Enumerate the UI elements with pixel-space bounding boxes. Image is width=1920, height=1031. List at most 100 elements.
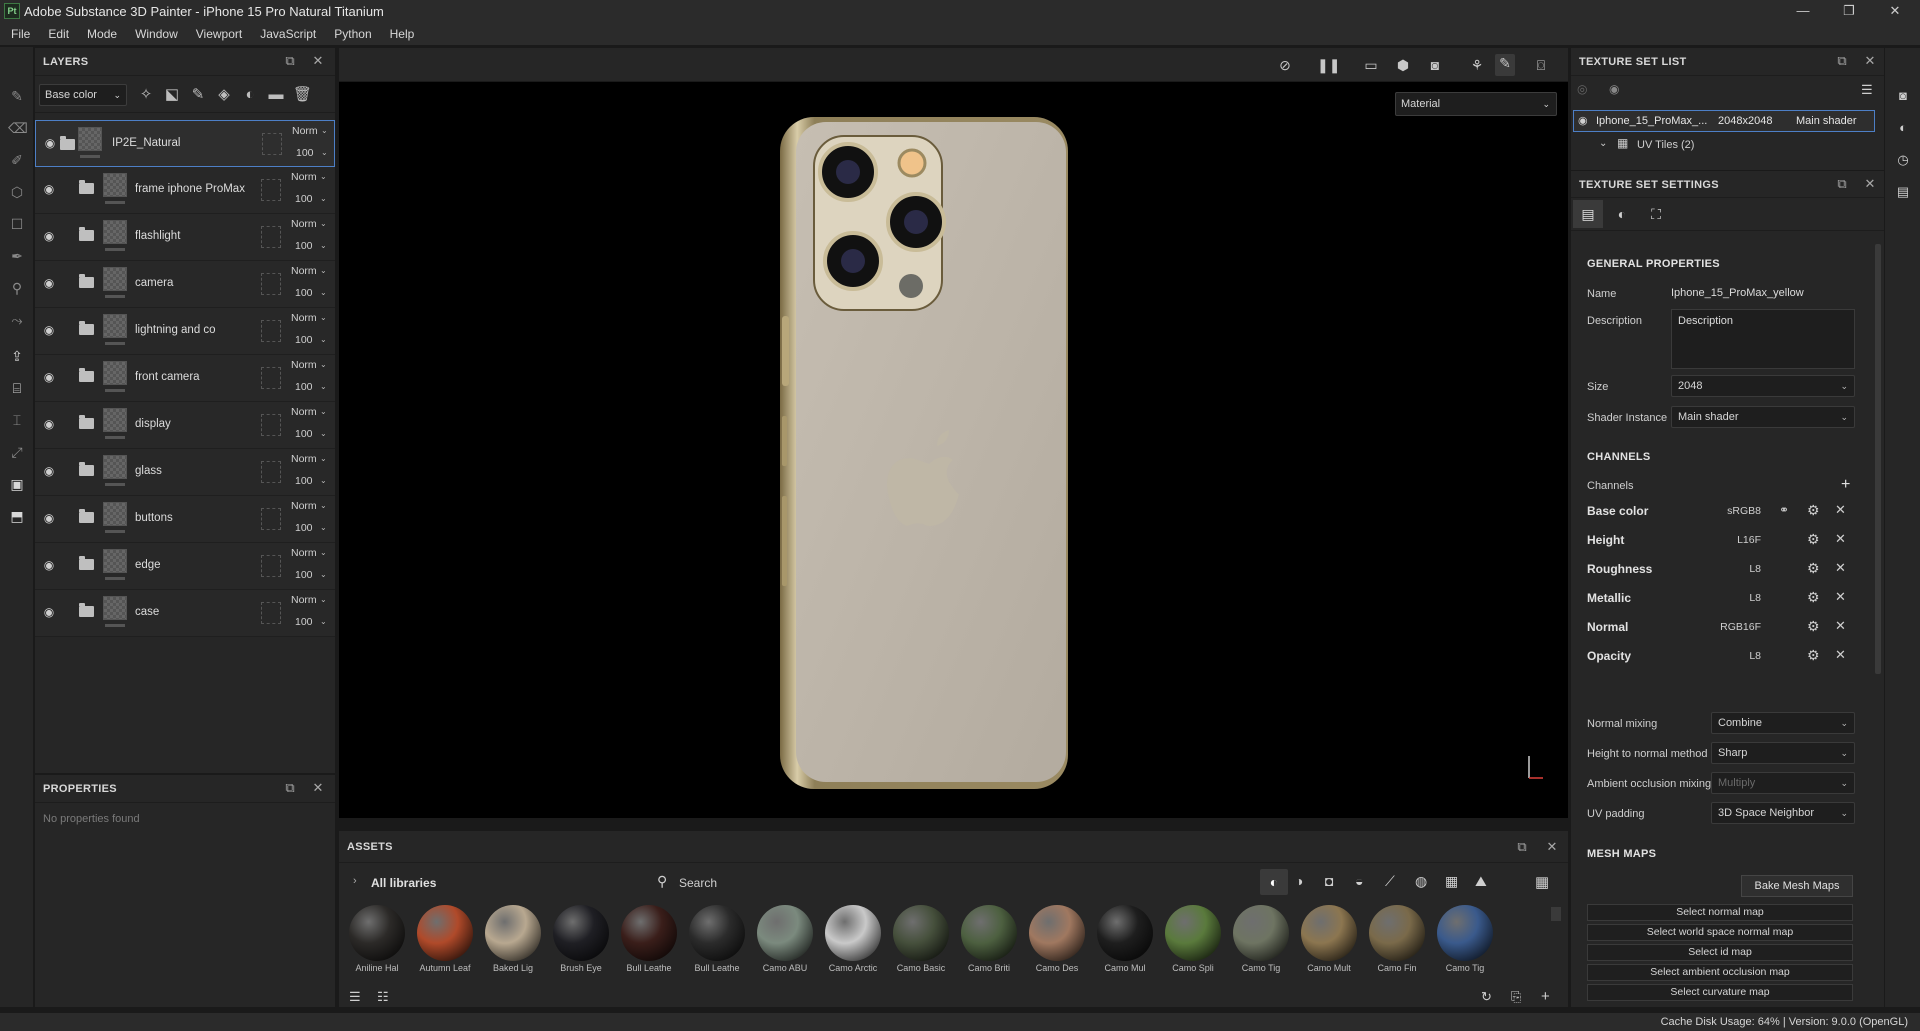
- layer-mask-slot[interactable]: [262, 133, 282, 155]
- layer-row[interactable]: ◉ display Norm ⌄ 100 ⌄: [35, 402, 335, 449]
- eye-icon[interactable]: ◉: [41, 182, 57, 198]
- material-thumbnail[interactable]: [961, 905, 1017, 961]
- description-field[interactable]: Description: [1671, 309, 1855, 369]
- chevron-down-icon[interactable]: ⌄: [321, 126, 328, 135]
- smudge-tool-icon[interactable]: ☐: [8, 215, 26, 233]
- menu-file[interactable]: File: [2, 22, 39, 46]
- close-panel-icon[interactable]: ✕: [1863, 177, 1877, 191]
- menu-viewport[interactable]: Viewport: [187, 22, 251, 46]
- eraser-tool-icon[interactable]: ⌫: [8, 119, 28, 137]
- add-asset-icon[interactable]: +: [1541, 988, 1550, 1005]
- close-panel-icon[interactable]: ✕: [1545, 840, 1559, 854]
- layer-name[interactable]: glass: [135, 465, 162, 477]
- grid-view-icon[interactable]: ▦: [1535, 873, 1549, 891]
- blend-mode-select[interactable]: Norm: [291, 171, 317, 183]
- layer-mask-slot[interactable]: [261, 414, 281, 436]
- blend-mode-select[interactable]: Norm: [291, 406, 317, 418]
- float-panel-icon[interactable]: ⧉: [1835, 54, 1849, 68]
- blend-mode-select[interactable]: Norm: [291, 594, 317, 606]
- material-thumbnail[interactable]: [621, 905, 677, 961]
- sort-icon[interactable]: ☰: [349, 989, 361, 1005]
- layer-mask-slot[interactable]: [261, 461, 281, 483]
- layer-row[interactable]: ◉ edge Norm ⌄ 100 ⌄: [35, 543, 335, 590]
- visibility-off-icon[interactable]: ◎: [1577, 82, 1587, 96]
- clone-tool-icon[interactable]: ✒: [8, 247, 26, 265]
- menu-python[interactable]: Python: [325, 22, 380, 46]
- close-icon[interactable]: ✕: [1835, 589, 1846, 605]
- eye-icon[interactable]: ◉: [41, 276, 57, 292]
- gear-icon[interactable]: ⚙: [1807, 502, 1820, 519]
- add-mask-icon[interactable]: ⬕: [163, 86, 181, 104]
- chevron-down-icon[interactable]: ⌄: [320, 407, 327, 416]
- log-icon[interactable]: ▤: [1895, 184, 1911, 200]
- filter-brushes-icon[interactable]: ⟋: [1385, 873, 1395, 890]
- blend-mode-select[interactable]: Norm: [291, 453, 317, 465]
- menu-help[interactable]: Help: [381, 22, 424, 46]
- channel-format[interactable]: sRGB8: [1727, 505, 1761, 517]
- material-thumbnail[interactable]: [1369, 905, 1425, 961]
- add-effect-icon[interactable]: ✧: [137, 86, 155, 104]
- layer-row[interactable]: ◉ glass Norm ⌄ 100 ⌄: [35, 449, 335, 496]
- layer-name[interactable]: case: [135, 606, 159, 618]
- opacity-value[interactable]: 100: [295, 240, 313, 252]
- filter-environments-icon[interactable]: ⛰: [1475, 873, 1487, 890]
- add-paint-layer-icon[interactable]: ✎: [189, 86, 207, 104]
- display-settings-icon[interactable]: ◙: [1895, 88, 1911, 104]
- blend-mode-select[interactable]: Norm: [291, 547, 317, 559]
- blend-mode-select[interactable]: Norm: [291, 312, 317, 324]
- chevron-down-icon[interactable]: ⌄: [320, 548, 327, 557]
- chevron-down-icon[interactable]: ⌄: [320, 501, 327, 510]
- close-icon[interactable]: ✕: [1835, 531, 1846, 547]
- gear-icon[interactable]: ⚙: [1807, 618, 1820, 635]
- menu-window[interactable]: Window: [126, 22, 187, 46]
- blend-mode-select[interactable]: Norm: [292, 125, 318, 137]
- channel-format[interactable]: L16F: [1737, 534, 1761, 546]
- eye-icon[interactable]: ◉: [1578, 114, 1588, 127]
- layer-row[interactable]: ◉ frame iphone ProMax Norm ⌄ 100 ⌄: [35, 167, 335, 214]
- chevron-down-icon[interactable]: ⌄: [320, 266, 327, 275]
- chevron-down-icon[interactable]: ⌄: [320, 335, 327, 344]
- layer-mask-slot[interactable]: [261, 226, 281, 248]
- uv-tiles-label[interactable]: UV Tiles (2): [1637, 139, 1694, 151]
- add-folder-icon[interactable]: ▬: [267, 86, 285, 104]
- menu-icon[interactable]: ☰: [1861, 82, 1873, 98]
- select-mesh-map-button[interactable]: Select id map: [1587, 944, 1853, 961]
- history-icon[interactable]: ◷: [1895, 152, 1911, 168]
- filter-textures-icon[interactable]: ▦: [1445, 873, 1458, 890]
- chevron-down-icon[interactable]: ⌄: [320, 194, 327, 203]
- eye-icon[interactable]: ◉: [41, 558, 57, 574]
- height-normal-select[interactable]: Sharp ⌄: [1711, 742, 1855, 764]
- projection-tool-icon[interactable]: ✐: [8, 151, 26, 169]
- chevron-down-icon[interactable]: ⌄: [320, 595, 327, 604]
- opacity-value[interactable]: 100: [295, 616, 313, 628]
- bake-tool-icon[interactable]: ⌸: [8, 379, 26, 397]
- normal-mixing-select[interactable]: Combine ⌄: [1711, 712, 1855, 734]
- chevron-down-icon[interactable]: ⌄: [320, 219, 327, 228]
- layer-row[interactable]: ◉ lightning and co Norm ⌄ 100 ⌄: [35, 308, 335, 355]
- channel-format[interactable]: RGB16F: [1720, 621, 1761, 633]
- layer-name[interactable]: front camera: [135, 371, 200, 383]
- layer-mask-slot[interactable]: [261, 602, 281, 624]
- paint-brush-tool-icon[interactable]: ✎: [8, 87, 26, 105]
- close-icon[interactable]: ✕: [1835, 647, 1846, 663]
- filter-filters-icon[interactable]: ◒: [1355, 873, 1363, 889]
- material-thumbnail[interactable]: [485, 905, 541, 961]
- material-thumbnail[interactable]: [893, 905, 949, 961]
- gear-icon[interactable]: ⚙: [1807, 560, 1820, 577]
- layer-mask-slot[interactable]: [261, 273, 281, 295]
- delete-layer-icon[interactable]: 🗑: [293, 86, 312, 104]
- close-icon[interactable]: ✕: [1835, 618, 1846, 634]
- filter-materials-icon[interactable]: ◐: [1260, 869, 1288, 895]
- transform-tool-icon[interactable]: ⤢: [8, 443, 26, 461]
- selection-tool-icon[interactable]: ⇪: [8, 347, 26, 365]
- layer-name[interactable]: edge: [135, 559, 161, 571]
- layer-row[interactable]: ◉ case Norm ⌄ 100 ⌄: [35, 590, 335, 637]
- material-thumbnail[interactable]: [1097, 905, 1153, 961]
- add-fill-layer-icon[interactable]: ◈: [215, 86, 233, 104]
- preview-tool-icon[interactable]: ▣: [8, 475, 26, 493]
- blend-mode-select[interactable]: Norm: [291, 500, 317, 512]
- channel-select[interactable]: Base color ⌄: [39, 84, 127, 106]
- shader-tab-icon[interactable]: ◐: [1607, 200, 1637, 228]
- opacity-value[interactable]: 100: [295, 428, 313, 440]
- layer-mask-slot[interactable]: [261, 508, 281, 530]
